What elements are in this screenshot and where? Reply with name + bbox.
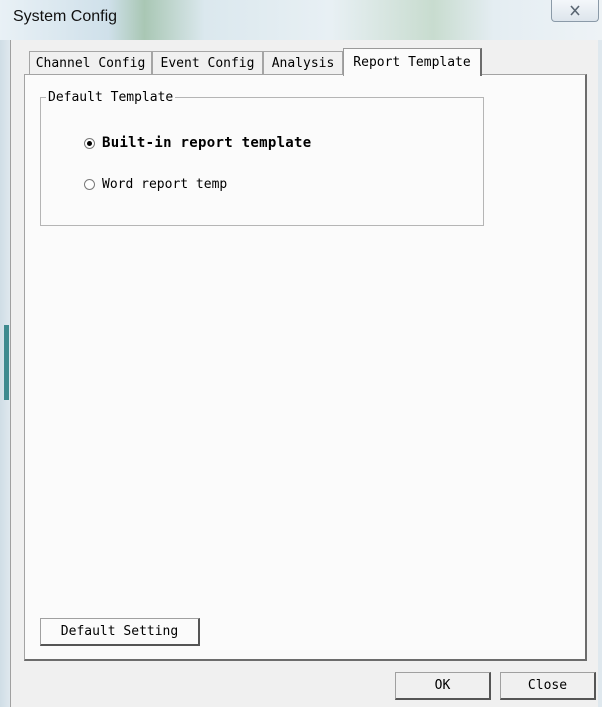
close-label: Close	[527, 678, 568, 693]
default-template-title: Default Template	[46, 90, 176, 105]
close-button[interactable]: Close	[500, 672, 596, 700]
builtin-template-option[interactable]: Built-in report template	[84, 135, 312, 151]
tab-label: Event Config	[160, 55, 255, 71]
default-template-groupbox	[40, 97, 484, 226]
radio-unchecked-icon[interactable]	[84, 179, 95, 190]
ok-button[interactable]: OK	[395, 672, 491, 700]
word-template-label: Word report temp	[102, 177, 228, 192]
window-title: System Config	[13, 8, 118, 25]
tab-report-template[interactable]: Report Template	[343, 48, 482, 76]
word-template-option[interactable]: Word report temp	[84, 177, 227, 192]
close-icon	[569, 5, 581, 16]
ok-label: OK	[434, 678, 451, 693]
default-setting-button[interactable]: Default Setting	[40, 618, 200, 646]
radio-checked-icon[interactable]	[84, 137, 95, 149]
title-bar[interactable]: System Config	[0, 0, 602, 40]
default-setting-label: Default Setting	[60, 624, 179, 639]
builtin-template-label: Built-in report template	[102, 135, 312, 151]
window-frame-left	[0, 40, 10, 707]
tab-label: Analysis	[271, 55, 335, 71]
window-close-button[interactable]	[551, 0, 599, 22]
tab-event-config[interactable]: Event Config	[152, 51, 263, 74]
system-config-window: System Config Channel Config Event Confi…	[0, 0, 602, 707]
tab-analysis[interactable]: Analysis	[263, 51, 343, 74]
tab-channel-config[interactable]: Channel Config	[29, 51, 152, 74]
tab-label: Channel Config	[35, 55, 146, 71]
tab-label: Report Template	[353, 55, 471, 70]
